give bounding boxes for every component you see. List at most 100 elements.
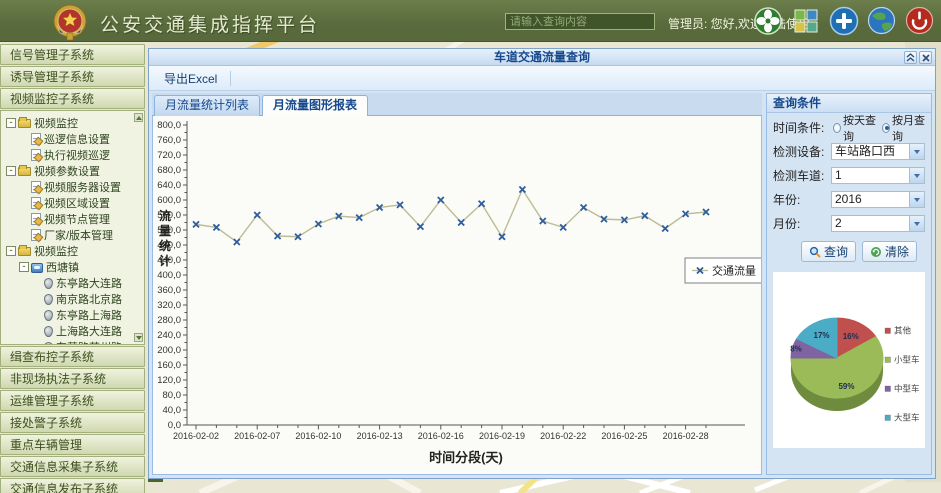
sidebar-panel-bottom-4[interactable]: 重点车辆管理 xyxy=(0,434,145,455)
tree-node-label: 视频监控 xyxy=(34,243,78,259)
lane-select[interactable]: 1 xyxy=(831,167,925,184)
data-point-marker xyxy=(254,212,260,218)
sidebar-panel-bottom-5[interactable]: 交通信息采集子系统 xyxy=(0,456,145,477)
svg-text:其他: 其他 xyxy=(894,326,912,336)
app-header: 公安交通集成指挥平台 管理员: 您好,欢迎登陆使用 xyxy=(0,0,941,42)
collapse-icon[interactable]: - xyxy=(19,262,29,272)
tree-node[interactable]: 南京路北京路 xyxy=(6,291,134,307)
sidebar-panel-bottom-0[interactable]: 缉查布控子系统 xyxy=(0,346,145,367)
collapse-icon[interactable]: - xyxy=(6,246,16,256)
chevron-down-icon[interactable] xyxy=(909,216,924,231)
vehicle-type-pie-chart: 16%59%8%17%其他小型车中型车大型车 xyxy=(773,272,923,448)
tab-monthly-flow-list[interactable]: 月流量统计列表 xyxy=(154,95,260,116)
header-search-input[interactable] xyxy=(505,13,655,30)
tree-node[interactable]: 执行视频巡逻 xyxy=(6,147,134,163)
sidebar-panel-top-1[interactable]: 诱导管理子系统 xyxy=(0,66,145,87)
tree-node[interactable]: - 视频监控 xyxy=(6,243,134,259)
y-axis-label: 统 xyxy=(159,238,171,253)
sidebar-panel-bottom-6[interactable]: 交通信息发布子系统 xyxy=(0,478,145,493)
tree-node[interactable]: -西塘镇 xyxy=(6,259,134,275)
sidebar-panel-bottom-2[interactable]: 运维管理子系统 xyxy=(0,390,145,411)
tree-scroll-up-button[interactable] xyxy=(134,113,143,122)
collapse-button[interactable] xyxy=(904,51,917,64)
apps-grid-icon[interactable] xyxy=(790,5,821,36)
tree-node-label: 视频服务器设置 xyxy=(44,179,121,195)
chart-legend: 交通流量 xyxy=(685,258,762,283)
chevron-down-icon[interactable] xyxy=(909,144,924,159)
tab-monthly-flow-graph[interactable]: 月流量图形报表 xyxy=(262,95,368,117)
tree-node[interactable]: 东葛路苏州路 xyxy=(6,339,134,345)
radio-checked-icon[interactable] xyxy=(882,123,890,133)
tree-node-label: 上海路大连路 xyxy=(56,323,122,339)
year-select[interactable]: 2016 xyxy=(831,191,925,208)
tab-strip: 月流量统计列表 月流量图形报表 xyxy=(152,93,762,116)
tree-node[interactable]: - 视频监控 xyxy=(6,115,134,131)
clear-button[interactable]: 清除 xyxy=(862,241,917,262)
device-label: 检测设备: xyxy=(773,143,831,160)
month-select[interactable]: 2 xyxy=(831,215,925,232)
query-button[interactable]: 查询 xyxy=(801,241,856,262)
data-point-marker xyxy=(581,205,587,211)
pie-percent-label: 59% xyxy=(838,382,854,391)
device-select[interactable]: 车站路口西 xyxy=(831,143,925,160)
app-title: 公安交通集成指挥平台 xyxy=(100,10,320,37)
tree-node[interactable]: 上海路大连路 xyxy=(6,323,134,339)
line-chart-panel: 0,040,080,0120,0160,0200,0240,0280,0320,… xyxy=(152,116,762,475)
data-point-marker xyxy=(458,220,464,226)
tree-node-label: 视频监控 xyxy=(34,115,78,131)
tree-node[interactable]: 巡逻信息设置 xyxy=(6,131,134,147)
power-icon[interactable] xyxy=(904,5,935,36)
data-point-marker xyxy=(662,226,668,232)
doc-icon xyxy=(31,149,41,161)
tree-node[interactable]: 东亭路大连路 xyxy=(6,275,134,291)
clover-icon[interactable] xyxy=(752,5,783,36)
data-point-marker xyxy=(519,187,525,193)
chevron-down-icon[interactable] xyxy=(909,168,924,183)
export-excel-button[interactable]: 导出Excel xyxy=(155,67,226,90)
svg-text:720,0: 720,0 xyxy=(157,150,181,161)
data-point-marker xyxy=(234,239,240,245)
tree-node[interactable]: 视频区域设置 xyxy=(6,195,134,211)
globe-icon[interactable] xyxy=(866,5,897,36)
traffic-flow-line-chart: 0,040,080,0120,0160,0200,0240,0280,0320,… xyxy=(153,116,762,475)
chevron-down-icon[interactable] xyxy=(909,192,924,207)
svg-text:160,0: 160,0 xyxy=(157,360,181,371)
tree-node[interactable]: 视频服务器设置 xyxy=(6,179,134,195)
svg-text:2016-02-16: 2016-02-16 xyxy=(418,431,464,441)
tree-node[interactable]: 东亭路上海路 xyxy=(6,307,134,323)
tree-node-label: 执行视频巡逻 xyxy=(44,147,110,163)
tree-node[interactable]: -视频参数设置 xyxy=(6,163,134,179)
x-axis-label: 时间分段(天) xyxy=(429,450,503,465)
close-icon[interactable] xyxy=(919,51,932,64)
svg-text:640,0: 640,0 xyxy=(157,180,181,191)
sidebar-panel-bottom-3[interactable]: 接处警子系统 xyxy=(0,412,145,433)
tree-node[interactable]: 视频节点管理 xyxy=(6,211,134,227)
camera-icon xyxy=(44,310,53,321)
sidebar-panel-bottom-1[interactable]: 非现场执法子系统 xyxy=(0,368,145,389)
sidebar-accordion: 信号管理子系统诱导管理子系统视频监控子系统 -视频监控巡逻信息设置执行视频巡逻-… xyxy=(0,44,145,493)
collapse-icon[interactable]: - xyxy=(6,166,16,176)
tree-node-label: 东亭路上海路 xyxy=(56,307,122,323)
series-line xyxy=(196,190,706,243)
svg-text:200,0: 200,0 xyxy=(157,345,181,356)
svg-text:680,0: 680,0 xyxy=(157,165,181,176)
data-point-marker xyxy=(417,224,423,230)
tree-scroll-down-button[interactable] xyxy=(134,333,143,342)
data-point-marker xyxy=(315,221,321,227)
tree-node-label: 东亭路大连路 xyxy=(56,275,122,291)
radio-option-0[interactable]: 按天查询 xyxy=(833,112,876,144)
sidebar-panel-top-0[interactable]: 信号管理子系统 xyxy=(0,44,145,65)
sidebar-panel-top-2[interactable]: 视频监控子系统 xyxy=(0,88,145,109)
camera-icon xyxy=(44,326,53,337)
tree-node[interactable]: 厂家/版本管理 xyxy=(6,227,134,243)
svg-text:240,0: 240,0 xyxy=(157,330,181,341)
tree-node-label: 视频节点管理 xyxy=(44,211,110,227)
radio-option-1[interactable]: 按月查询 xyxy=(882,112,925,144)
traffic-flow-query-window: 车道交通流量查询 导出Excel 月流量统计列表 月流量图形报表 0,040,0… xyxy=(148,48,936,479)
add-icon[interactable] xyxy=(828,5,859,36)
svg-text:2016-02-25: 2016-02-25 xyxy=(601,431,647,441)
collapse-icon[interactable]: - xyxy=(6,118,16,128)
window-titlebar[interactable]: 车道交通流量查询 xyxy=(149,49,935,66)
radio-unchecked-icon[interactable] xyxy=(833,123,841,133)
data-point-marker xyxy=(479,201,485,207)
